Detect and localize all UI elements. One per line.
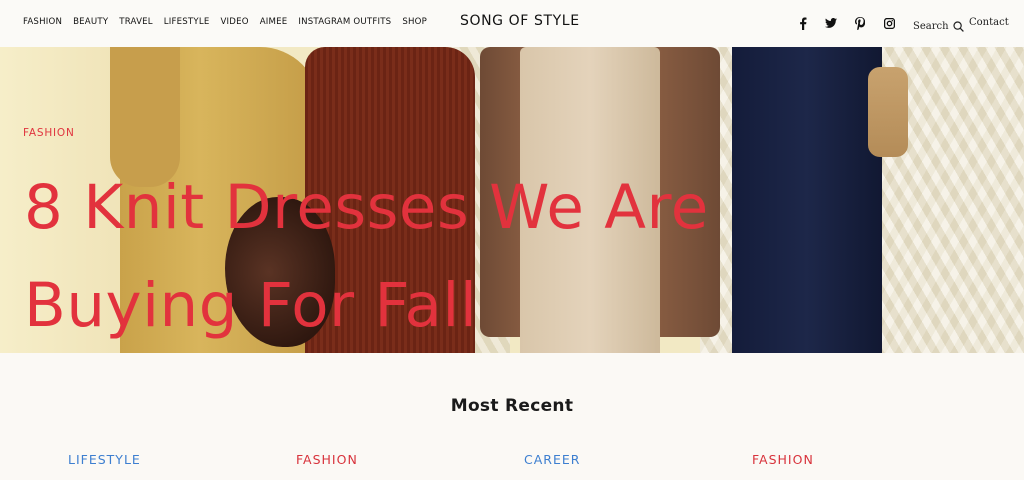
instagram-icon[interactable]	[882, 15, 896, 31]
facebook-icon[interactable]	[796, 15, 810, 31]
main-nav: FASHION BEAUTY TRAVEL LIFESTYLE VIDEO AI…	[23, 17, 438, 27]
tan-pouch-bag	[868, 67, 908, 157]
recent-category-fashion[interactable]: FASHION	[296, 452, 358, 467]
hero-banner[interactable]: FASHION 8 Knit Dresses We Are Buying For…	[0, 47, 1024, 353]
nav-item-beauty[interactable]: BEAUTY	[73, 17, 108, 27]
nav-item-aimee[interactable]: AIMEE	[260, 17, 288, 27]
hero-title-line-1: 8 Knit Dresses We Are	[24, 172, 709, 243]
search-button[interactable]: Search	[913, 17, 964, 36]
hero-category-tag[interactable]: FASHION	[23, 127, 75, 139]
nav-item-video[interactable]: VIDEO	[220, 17, 248, 27]
search-icon	[952, 17, 964, 36]
nav-item-travel[interactable]: TRAVEL	[119, 17, 153, 27]
search-label: Search	[913, 21, 949, 32]
site-logo[interactable]: SONG OF STYLE	[460, 13, 580, 29]
nav-item-fashion[interactable]: FASHION	[23, 17, 62, 27]
most-recent-heading: Most Recent	[450, 396, 574, 416]
recent-category-fashion-2[interactable]: FASHION	[752, 452, 814, 467]
hero-title-line-2: Buying For Fall	[24, 270, 478, 341]
hero-title[interactable]: 8 Knit Dresses We Are Buying For Fall	[24, 159, 824, 353]
nav-item-instagram-outfits[interactable]: INSTAGRAM OUTFITS	[298, 17, 391, 27]
nav-item-lifestyle[interactable]: LIFESTYLE	[164, 17, 210, 27]
twitter-icon[interactable]	[824, 15, 838, 31]
pinterest-icon[interactable]	[853, 15, 867, 31]
site-header: FASHION BEAUTY TRAVEL LIFESTYLE VIDEO AI…	[0, 0, 1024, 47]
contact-link[interactable]: Contact	[969, 17, 1009, 28]
recent-category-career[interactable]: CAREER	[524, 452, 580, 467]
recent-category-lifestyle[interactable]: LIFESTYLE	[68, 452, 141, 467]
nav-item-shop[interactable]: SHOP	[402, 17, 427, 27]
